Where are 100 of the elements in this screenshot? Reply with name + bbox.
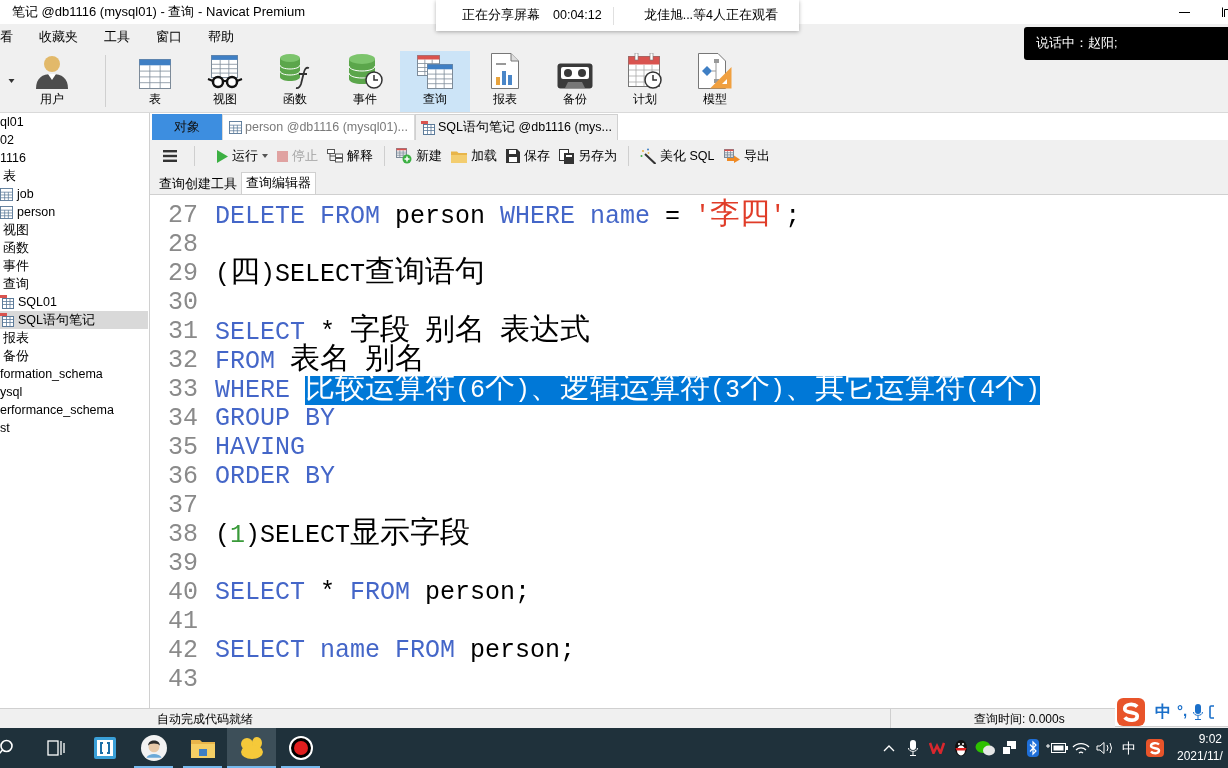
bracket-icon[interactable] [1209, 704, 1215, 719]
tab[interactable]: person @db1116 (mysql01)... [222, 114, 415, 140]
line-number: 36 [167, 462, 198, 491]
toolbar-button[interactable]: 导出 [721, 144, 772, 168]
tree-item[interactable]: st [0, 419, 148, 437]
zigzag-logo-icon[interactable] [929, 742, 945, 754]
query-icon [0, 313, 14, 327]
ribbon-button[interactable]: 备份 [540, 51, 610, 112]
ribbon-button[interactable]: 报表 [470, 51, 540, 112]
clock[interactable]: 9:02 2021/11/ [1169, 731, 1228, 765]
cassette-icon [557, 63, 593, 89]
toolbar-button[interactable]: 加载 [449, 144, 499, 168]
table-arrow-icon [723, 149, 740, 163]
ribbon-button[interactable]: 函数 [260, 51, 330, 112]
battery-icon[interactable] [1046, 742, 1068, 754]
copy-icon [559, 148, 574, 164]
chevron-up-icon[interactable] [883, 744, 895, 752]
toolbar-button[interactable]: 运行 [215, 144, 270, 168]
tab[interactable]: 查询编辑器 [241, 172, 316, 194]
code-line: HAVING [215, 433, 305, 462]
restore-icon[interactable] [1222, 7, 1228, 17]
chat-bubbles-icon[interactable] [975, 740, 995, 756]
avatar-icon [140, 735, 167, 761]
toolbar-button[interactable]: 新建 [394, 144, 444, 168]
penguin-icon[interactable] [953, 739, 969, 757]
query-icon [421, 120, 435, 135]
blob-app-icon [238, 736, 265, 760]
tree-item[interactable]: 02 [0, 131, 148, 149]
tree-item[interactable]: 1116 [0, 149, 148, 167]
tab[interactable]: 查询创建工具 [155, 174, 241, 194]
tab[interactable]: SQL语句笔记 @db1116 (mys... [415, 114, 618, 140]
line-number: 38 [167, 520, 198, 549]
line-number: 35 [167, 433, 198, 462]
ribbon-button[interactable]: 视图 [190, 51, 260, 112]
person-icon [35, 55, 69, 89]
ribbon-button[interactable]: 计划 [610, 51, 680, 112]
line-number: 40 [167, 578, 198, 607]
tree-item[interactable]: SQL语句笔记 [0, 311, 148, 329]
tree-item[interactable]: 视图 [0, 221, 148, 239]
caret-icon [262, 154, 268, 158]
input-mode-indicator[interactable]: 中 [1117, 737, 1141, 759]
wifi-icon[interactable] [1072, 741, 1090, 755]
toolbar-button[interactable]: 美化 SQL [638, 144, 717, 168]
line-number: 42 [167, 636, 198, 665]
line-number: 27 [167, 201, 198, 230]
toolbar-button[interactable]: 解释 [325, 144, 375, 168]
tab[interactable]: 对象 [152, 114, 222, 140]
menu-item[interactable]: 帮助 [208, 27, 234, 47]
tree-item[interactable]: job [0, 185, 148, 203]
bluetooth-icon[interactable] [1027, 739, 1039, 757]
tree-item[interactable]: 表 [0, 167, 148, 185]
code-line: DELETE FROM person WHERE name = '李四'; [215, 200, 801, 231]
folder-icon [451, 149, 467, 163]
tree-item[interactable]: SQL01 [0, 293, 148, 311]
record-icon [288, 736, 313, 760]
menu-item[interactable]: 窗口 [156, 27, 182, 47]
tree-item[interactable]: 报表 [0, 329, 148, 347]
punctuation-toggle[interactable]: °, [1177, 700, 1188, 723]
line-number: 32 [167, 346, 198, 375]
squares-icon[interactable] [1002, 741, 1016, 755]
volume-icon[interactable] [1096, 741, 1114, 755]
tree-item[interactable]: person [0, 203, 148, 221]
ribbon-button[interactable]: 表 [120, 51, 190, 112]
line-number: 34 [167, 404, 198, 433]
code-line: SELECT name FROM person; [215, 636, 576, 665]
tree-item[interactable]: 备份 [0, 347, 148, 365]
microphone-icon[interactable] [908, 740, 918, 756]
menu-item[interactable]: 看 [0, 27, 13, 47]
code-line: SELECT * FROM person; [215, 578, 531, 607]
line-number: 30 [167, 288, 198, 317]
ribbon-button[interactable]: 事件 [330, 51, 400, 112]
tree-item[interactable]: 事件 [0, 257, 148, 275]
toolbar-button[interactable]: 另存为 [557, 144, 619, 168]
s-logo-icon [1146, 739, 1164, 757]
tree-icon [327, 149, 343, 163]
tree-item[interactable]: ysql [0, 383, 148, 401]
table-glasses-icon [207, 55, 243, 89]
line-number: 41 [167, 607, 198, 636]
tree-item[interactable]: 函数 [0, 239, 148, 257]
menu-item[interactable]: 工具 [104, 27, 130, 47]
tree-item[interactable]: erformance_schema [0, 401, 148, 419]
speaker-name: 说话中：赵阳; [1036, 35, 1118, 53]
task-view-icon [46, 740, 65, 756]
ime-mode-toggle[interactable]: 中 [1155, 699, 1171, 724]
caret-icon[interactable] [7, 79, 15, 83]
table-plus-icon [396, 148, 412, 164]
ribbon-button[interactable]: 查询 [400, 51, 470, 112]
toolbar-button[interactable]: 保存 [504, 144, 552, 168]
menu-item[interactable]: 收藏夹 [39, 27, 78, 47]
tree-item[interactable]: ql01 [0, 113, 148, 131]
line-number: 39 [167, 549, 198, 578]
tree-item[interactable]: formation_schema [0, 365, 148, 383]
table-icon [139, 59, 171, 89]
viewer-count: 龙佳旭...等4人正在观看 [643, 7, 779, 25]
code-line: ORDER BY [215, 462, 336, 491]
ribbon-button[interactable]: 模型 [680, 51, 750, 112]
tables-icon [417, 55, 453, 89]
tree-item[interactable]: 查询 [0, 275, 148, 293]
minimize-icon[interactable] [1179, 11, 1190, 13]
ribbon-button[interactable]: 用户 [22, 51, 82, 112]
